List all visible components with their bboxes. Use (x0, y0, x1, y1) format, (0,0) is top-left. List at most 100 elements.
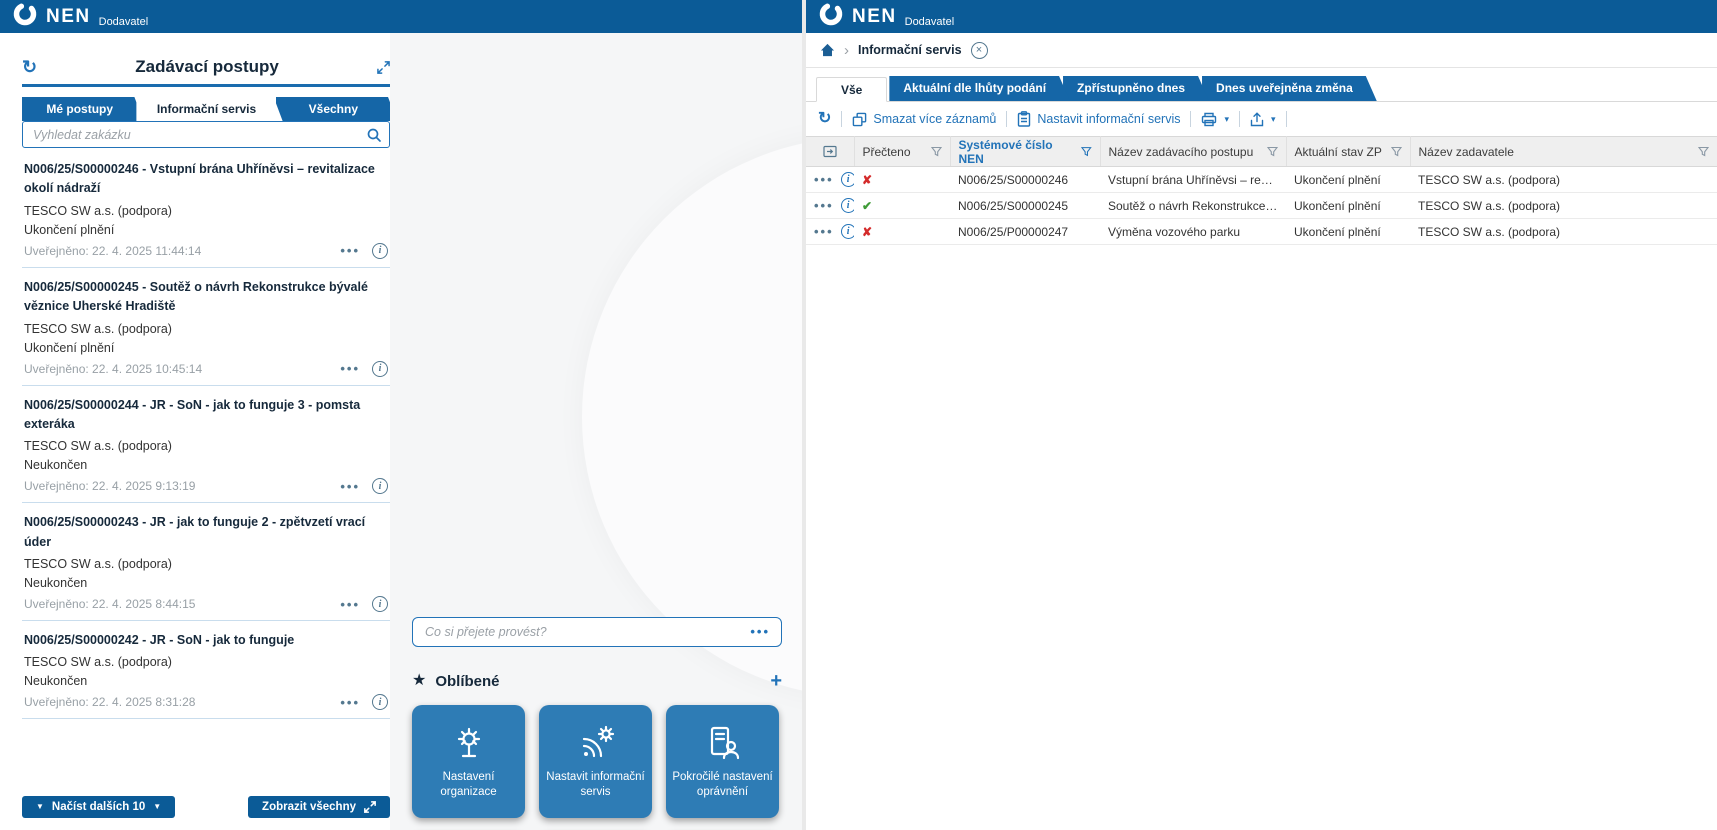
tile-label: Nastavení organizace (417, 770, 520, 800)
tab-vse[interactable]: Vše (816, 77, 887, 102)
procedures-list: N006/25/S00000246 - Vstupní brána Uhříně… (22, 150, 390, 786)
table-row[interactable]: ••• i ✘ N006/25/S00000246 Vstupní brána … (806, 167, 1717, 193)
info-icon[interactable]: i (372, 243, 388, 259)
list-actions: ▼ Načíst dalších 10 ▼ Zobrazit všechny (22, 786, 390, 830)
info-icon[interactable]: i (841, 198, 854, 213)
right-topbar: NEN Dodavatel (806, 0, 1717, 33)
tile-nastaveni-organizace[interactable]: Nastavení organizace (412, 705, 525, 818)
item-published: Uveřejněno: 22. 4. 2025 8:44:15 (24, 597, 195, 611)
cell-number: N006/25/P00000247 (950, 219, 1100, 245)
info-icon[interactable]: i (841, 172, 854, 187)
more-menu-icon[interactable]: ••• (340, 244, 360, 257)
item-status: Ukončení plnění (24, 341, 388, 355)
search-icon[interactable] (366, 127, 382, 148)
filter-funnel-icon (1391, 146, 1402, 157)
caret-down-icon: ▼ (36, 803, 44, 811)
info-icon[interactable]: i (372, 596, 388, 612)
breadcrumb-current: Informační servis (858, 43, 962, 57)
header-precteno[interactable]: Přečteno (854, 137, 950, 167)
item-title: N006/25/S00000245 - Soutěž o návrh Rekon… (24, 278, 388, 317)
tab-aktualni-dle-lhuty[interactable]: Aktuální dle lhůty podání (889, 76, 1070, 101)
item-published: Uveřejněno: 22. 4. 2025 10:45:14 (24, 362, 202, 376)
item-meta: Uveřejněno: 22. 4. 2025 8:31:28 ••• i (24, 694, 388, 710)
caret-down-icon: ▼ (153, 803, 161, 811)
item-status: Neukončen (24, 576, 388, 590)
info-icon[interactable]: i (372, 361, 388, 377)
background-circle-decoration (582, 137, 802, 697)
header-systemove-cislo[interactable]: Systémové číslo NEN (950, 137, 1100, 167)
info-icon[interactable]: i (372, 694, 388, 710)
list-item[interactable]: N006/25/S00000242 - JR - SoN - jak to fu… (22, 621, 390, 719)
close-icon[interactable]: × (971, 42, 988, 59)
tab-vsechny[interactable]: Všechny (276, 97, 397, 121)
document-person-icon (703, 723, 743, 763)
info-icon[interactable]: i (372, 478, 388, 494)
more-menu-icon[interactable]: ••• (340, 696, 360, 709)
read-status-icon: ✔ (862, 199, 872, 213)
more-menu-icon[interactable]: ••• (340, 480, 360, 493)
item-meta: Uveřejněno: 22. 4. 2025 11:44:14 ••• i (24, 243, 388, 259)
procedures-panel-header: ↻ Zadávací postupy (22, 57, 390, 87)
item-meta: Uveřejněno: 22. 4. 2025 9:13:19 ••• i (24, 478, 388, 494)
procedures-panel: ↻ Zadávací postupy Mé postupy Informační… (22, 33, 390, 830)
more-menu-icon[interactable]: ••• (814, 173, 834, 186)
list-item[interactable]: N006/25/S00000245 - Soutěž o návrh Rekon… (22, 268, 390, 386)
screen: NEN Dodavatel ↻ Zadávací postupy Mé post… (0, 0, 1717, 830)
quick-access-panel: ••• ★ Oblíbené + Nastavení organizace Na… (390, 33, 802, 830)
list-item[interactable]: N006/25/S00000244 - JR - SoN - jak to fu… (22, 386, 390, 504)
header-nazev-postupu[interactable]: Název zadávacího postupu (1100, 137, 1286, 167)
table-row[interactable]: ••• i ✘ N006/25/P00000247 Výměna vozovéh… (806, 219, 1717, 245)
tile-label: Nastavit informační servis (544, 770, 647, 800)
item-organization: TESCO SW a.s. (podpora) (24, 557, 388, 571)
list-item[interactable]: N006/25/S00000246 - Vstupní brána Uhříně… (22, 150, 390, 268)
breadcrumb: › Informační servis × (806, 33, 1717, 68)
filter-funnel-icon (1267, 146, 1278, 157)
item-organization: TESCO SW a.s. (podpora) (24, 655, 388, 669)
left-topbar: NEN Dodavatel (0, 0, 802, 33)
tab-informacni-servis[interactable]: Informační servis (136, 97, 282, 121)
command-search-input[interactable] (412, 617, 782, 647)
chevron-right-icon: › (844, 42, 849, 59)
more-menu-icon[interactable]: ••• (750, 624, 770, 639)
tile-pokrocile-nastaveni-opravneni[interactable]: Pokročilé nastavení oprávnění (666, 705, 779, 818)
print-button[interactable]: ▾ (1201, 112, 1229, 127)
column-settings-icon (823, 145, 837, 158)
header-nazev-zadavatele[interactable]: Název zadavatele (1410, 137, 1717, 167)
show-all-label: Zobrazit všechny (262, 801, 356, 813)
info-icon[interactable]: i (841, 224, 854, 239)
refresh-icon[interactable]: ↻ (22, 58, 37, 76)
more-menu-icon[interactable]: ••• (340, 598, 360, 611)
column-settings-header[interactable] (806, 137, 854, 167)
load-more-button[interactable]: ▼ Načíst dalších 10 ▼ (22, 796, 175, 818)
list-item[interactable]: N006/25/S00000243 - JR - jak to funguje … (22, 503, 390, 621)
organization-settings-icon (449, 723, 489, 763)
home-icon[interactable] (820, 43, 835, 57)
table-row[interactable]: ••• i ✔ N006/25/S00000245 Soutěž o návrh… (806, 193, 1717, 219)
header-aktualni-stav[interactable]: Aktuální stav ZP (1286, 137, 1410, 167)
header-label: Přečteno (863, 145, 911, 159)
refresh-icon[interactable]: ↻ (818, 111, 831, 127)
panel-title: Zadávací postupy (37, 57, 377, 77)
nen-logo-icon (818, 1, 844, 32)
export-button[interactable]: ▾ (1250, 112, 1276, 127)
add-favorite-icon[interactable]: + (770, 671, 782, 691)
tile-nastavit-informacni-servis[interactable]: Nastavit informační servis (539, 705, 652, 818)
tab-zpristupneno-dnes[interactable]: Zpřístupněno dnes (1063, 76, 1209, 101)
left-body: ↻ Zadávací postupy Mé postupy Informační… (0, 33, 802, 830)
cell-name: Soutěž o návrh Rekonstrukce ... (1100, 193, 1286, 219)
item-published: Uveřejněno: 22. 4. 2025 11:44:14 (24, 244, 201, 258)
item-status: Ukončení plnění (24, 223, 388, 237)
right-window: NEN Dodavatel › Informační servis × Vše … (806, 0, 1717, 830)
expand-icon[interactable] (377, 61, 390, 74)
header-label: Systémové číslo NEN (959, 138, 1077, 166)
search-input[interactable] (22, 121, 390, 148)
tab-me-postupy[interactable]: Mé postupy (22, 97, 143, 121)
delete-records-button[interactable]: Smazat více záznamů (852, 112, 996, 127)
toolbar-divider (841, 111, 842, 127)
show-all-button[interactable]: Zobrazit všechny (248, 796, 390, 818)
setup-info-service-button[interactable]: Nastavit informační servis (1017, 111, 1180, 127)
more-menu-icon[interactable]: ••• (814, 225, 834, 238)
more-menu-icon[interactable]: ••• (814, 199, 834, 212)
tab-dnes-uverejnena-zmena[interactable]: Dnes uveřejněna změna (1202, 76, 1377, 101)
more-menu-icon[interactable]: ••• (340, 362, 360, 375)
